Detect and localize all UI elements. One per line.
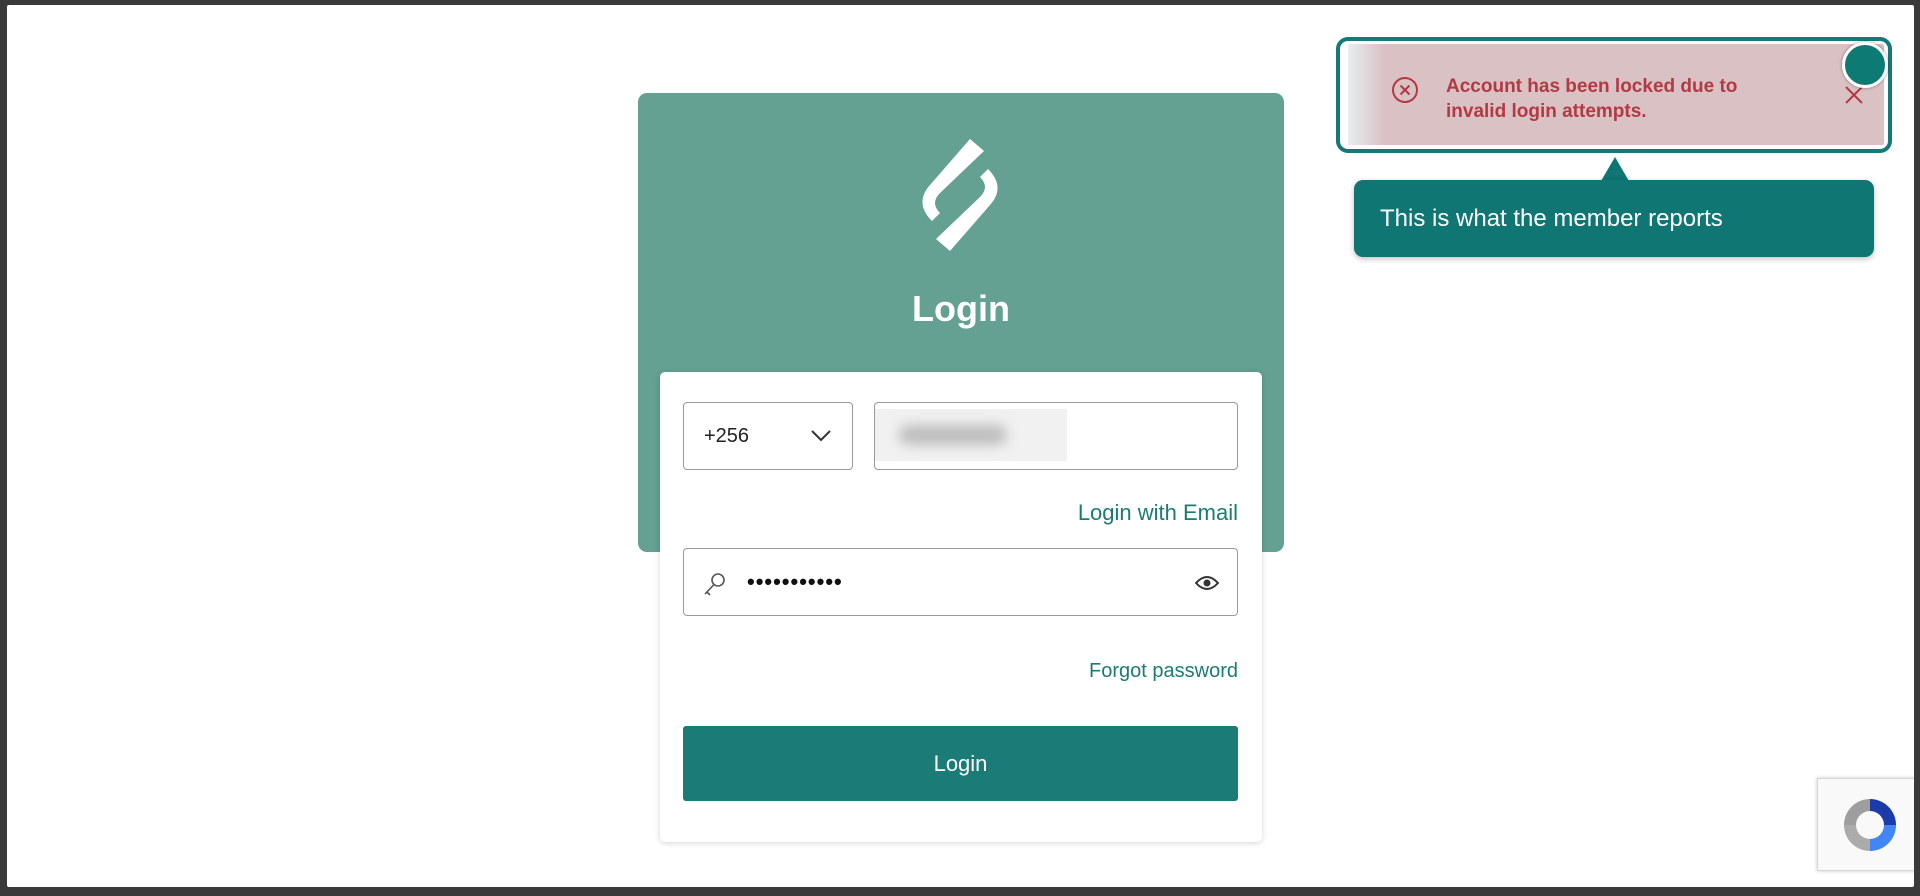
annotation-callout: This is what the member reports: [1354, 180, 1874, 257]
country-code-value: +256: [704, 424, 750, 447]
forgot-password-link[interactable]: Forgot password: [1089, 660, 1238, 683]
login-with-email-link[interactable]: Login with Email: [1078, 500, 1238, 526]
login-button[interactable]: Login: [683, 726, 1238, 801]
login-form-card: +256 Login with Email ••••••••••• Forgot…: [660, 372, 1262, 842]
country-code-select[interactable]: +256: [683, 402, 853, 470]
chevron-down-icon: [811, 430, 831, 442]
annotation-hotspot[interactable]: [1842, 42, 1888, 88]
key-icon: [704, 573, 725, 596]
page-title: Login: [912, 288, 1010, 329]
eye-icon[interactable]: [1195, 573, 1219, 593]
toast-message: Account has been locked due to invalid l…: [1446, 76, 1738, 122]
error-circle-x-icon: [1392, 77, 1418, 103]
callout-text: This is what the member reports: [1380, 204, 1723, 232]
redacted-phone-number: [875, 409, 1067, 461]
error-toast-highlight: Account has been locked due to invalid l…: [1336, 37, 1892, 153]
recaptcha-icon: [1844, 799, 1896, 851]
password-value: •••••••••••: [747, 569, 843, 594]
recaptcha-badge[interactable]: [1817, 778, 1914, 871]
phone-number-input[interactable]: [874, 402, 1238, 470]
error-toast: Account has been locked due to invalid l…: [1348, 44, 1884, 145]
brand-logo-icon: [922, 139, 998, 251]
callout-pointer: [1601, 157, 1629, 181]
browser-viewport: Login +256 Login with Email •••••••••••: [7, 5, 1914, 887]
password-input[interactable]: •••••••••••: [683, 548, 1238, 616]
